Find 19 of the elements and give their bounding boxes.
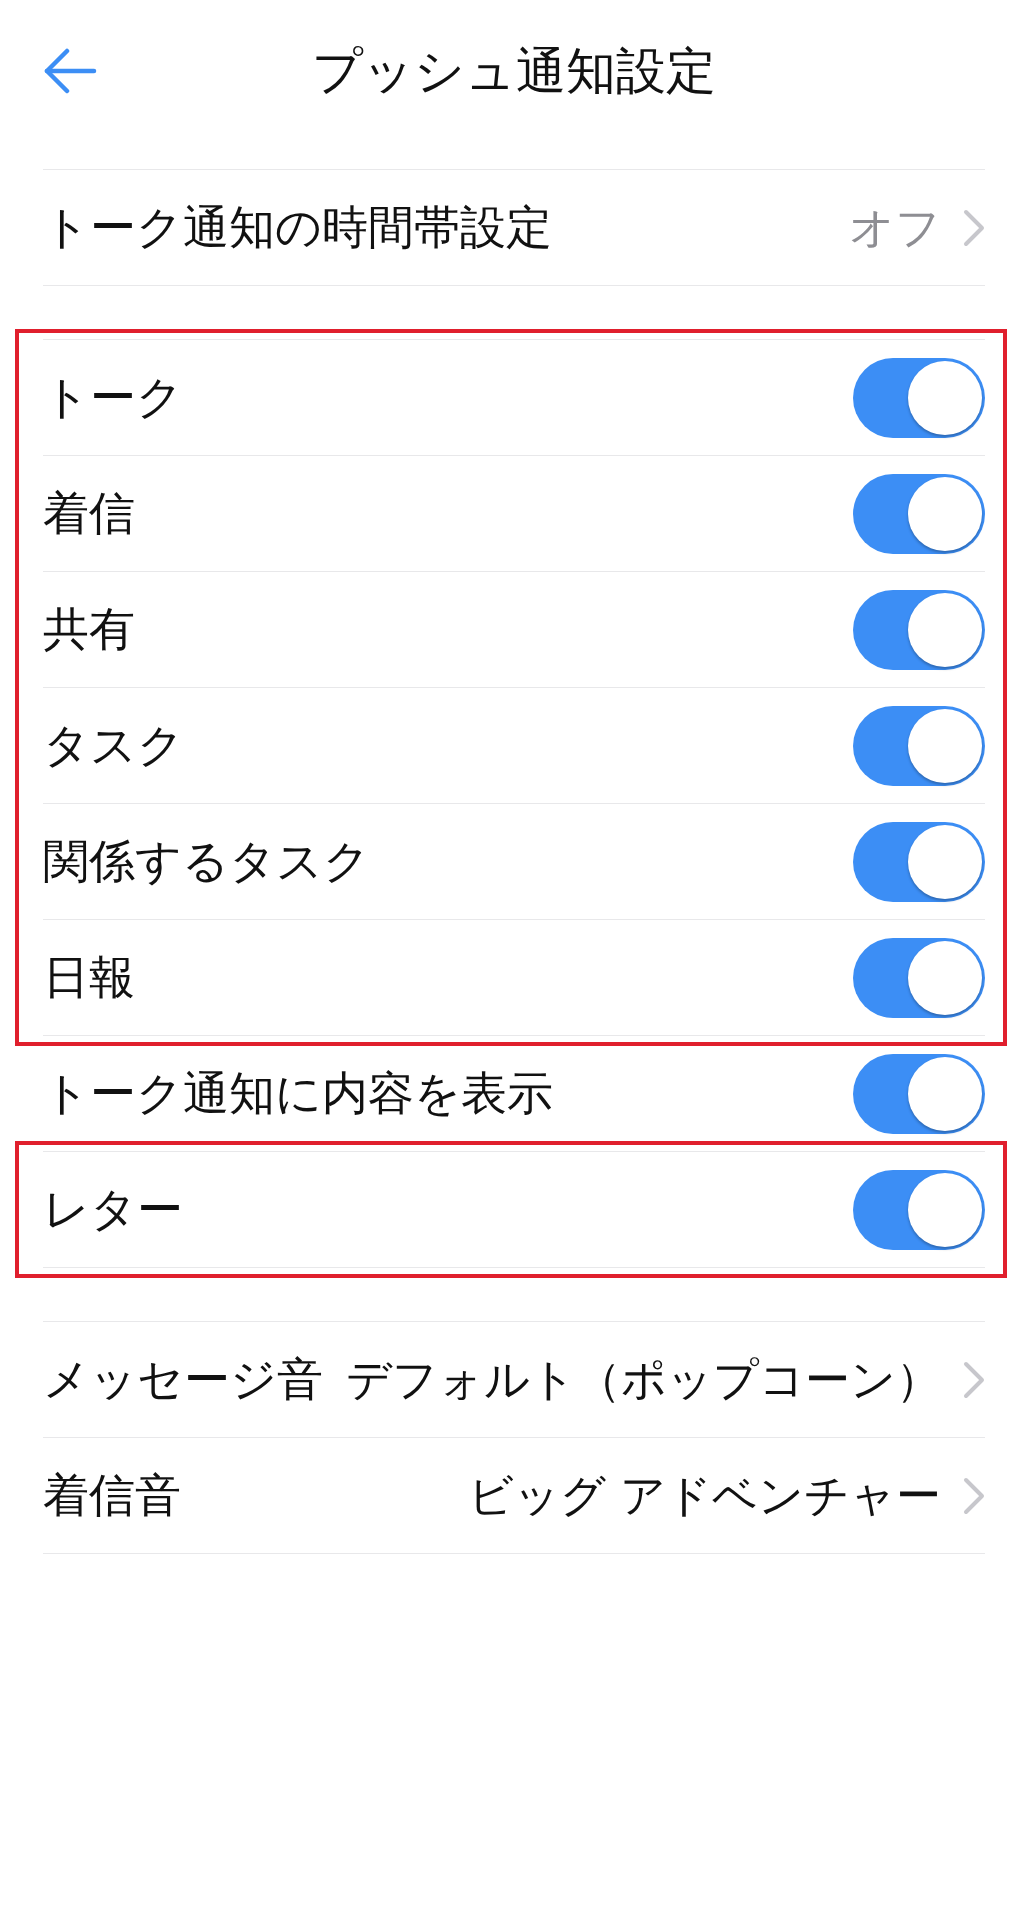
back-button[interactable] [43, 48, 97, 94]
chevron-right-icon [963, 1476, 985, 1515]
setting-label: 着信 [43, 484, 135, 542]
setting-label: 関係するタスク [43, 832, 370, 890]
setting-label: 共有 [43, 600, 135, 658]
setting-value: ビッグ アドベンチャー [467, 1467, 941, 1524]
setting-label: 日報 [43, 948, 135, 1006]
setting-label: トーク通知の時間帯設定 [43, 198, 552, 256]
setting-value: オフ [849, 199, 941, 256]
chevron-right-icon [963, 1360, 985, 1399]
setting-label: トーク通知に内容を表示 [43, 1064, 553, 1122]
chevron-right-icon [963, 208, 985, 247]
setting-label: トーク [43, 368, 183, 426]
setting-label: レター [43, 1180, 183, 1238]
setting-label: メッセージ音 [43, 1350, 323, 1408]
screen-title: プッシュ通知設定 [312, 40, 716, 102]
setting-label: タスク [43, 716, 184, 774]
setting-label: 着信音 [43, 1466, 181, 1524]
setting-value: デフォルト（ポップコーン） [346, 1351, 941, 1408]
